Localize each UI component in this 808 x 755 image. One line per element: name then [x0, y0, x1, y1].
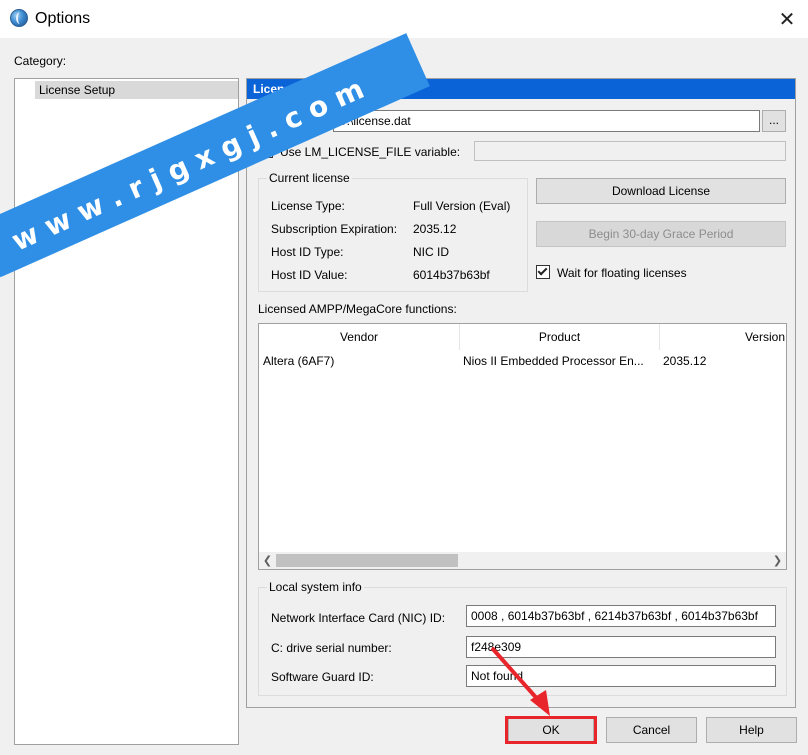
subscription-expiration-label: Subscription Expiration:	[271, 222, 398, 236]
grace-period-button[interactable]: Begin 30-day Grace Period	[536, 221, 786, 247]
help-button[interactable]: Help	[706, 717, 797, 743]
scroll-thumb[interactable]	[276, 554, 458, 567]
table-row-product[interactable]: Nios II Embedded Processor En...	[463, 354, 644, 368]
scroll-left-icon[interactable]: ❮	[259, 552, 276, 569]
table-row-version[interactable]: 2035.12	[663, 354, 706, 368]
cancel-button[interactable]: Cancel	[606, 717, 697, 743]
table-row-vendor[interactable]: Altera (6AF7)	[263, 354, 334, 368]
software-guard-field[interactable]: Not found	[466, 665, 776, 687]
window-title: Options	[35, 10, 91, 27]
software-guard-label: Software Guard ID:	[271, 670, 374, 684]
license-type-value: Full Version (Eval)	[413, 199, 511, 213]
host-id-value-label: Host ID Value:	[271, 268, 348, 282]
license-file-label: License file:	[258, 116, 322, 130]
functions-title: Licensed AMPP/MegaCore functions:	[258, 302, 457, 316]
column-header-vendor[interactable]: Vendor	[259, 324, 460, 350]
functions-table[interactable]: Vendor Product Version Altera (6AF7) Nio…	[258, 323, 787, 570]
nic-id-field[interactable]: 0008 , 6014b37b63bf , 6214b37b63bf , 601…	[466, 605, 776, 627]
column-header-version[interactable]: Version	[660, 324, 786, 350]
column-header-product[interactable]: Product	[460, 324, 660, 350]
browse-button[interactable]: ...	[762, 110, 786, 132]
app-globe-icon	[10, 9, 28, 27]
floating-license-label: Wait for floating licenses	[557, 266, 687, 280]
lm-license-input[interactable]	[474, 141, 786, 161]
scroll-right-icon[interactable]: ❯	[769, 552, 786, 569]
check-icon	[537, 265, 548, 276]
panel-header: License Setup	[247, 79, 795, 99]
lm-license-checkbox[interactable]	[259, 144, 273, 158]
host-id-type-label: Host ID Type:	[271, 245, 344, 259]
ok-highlight-box	[505, 716, 597, 744]
license-setup-panel: License Setup License file: D:\license.d…	[246, 78, 796, 708]
local-system-info-group: Local system info Network Interface Card…	[258, 580, 787, 696]
current-license-title: Current license	[267, 171, 352, 185]
category-item-license-setup[interactable]: License Setup	[35, 81, 238, 99]
license-type-label: License Type:	[271, 199, 345, 213]
floating-license-checkbox[interactable]	[536, 265, 550, 279]
local-system-info-title: Local system info	[267, 580, 364, 594]
current-license-group: Current license License Type: Full Versi…	[258, 171, 528, 292]
host-id-value: 6014b37b63bf	[413, 268, 490, 282]
host-id-type-value: NIC ID	[413, 245, 449, 259]
category-tree[interactable]: License Setup	[14, 78, 239, 745]
horizontal-scrollbar[interactable]: ❮ ❯	[259, 552, 786, 569]
subscription-expiration-value: 2035.12	[413, 222, 457, 236]
close-icon[interactable]: ✕	[774, 6, 800, 32]
license-file-input[interactable]: D:\license.dat	[333, 110, 760, 132]
drive-serial-field[interactable]: f248e309	[466, 636, 776, 658]
category-label: Category:	[14, 54, 67, 68]
download-license-button[interactable]: Download License	[536, 178, 786, 204]
lm-license-label: Use LM_LICENSE_FILE variable:	[280, 145, 461, 159]
nic-id-label: Network Interface Card (NIC) ID:	[271, 611, 446, 625]
title-bar: Options ✕	[0, 0, 808, 38]
drive-serial-label: C: drive serial number:	[271, 641, 392, 655]
